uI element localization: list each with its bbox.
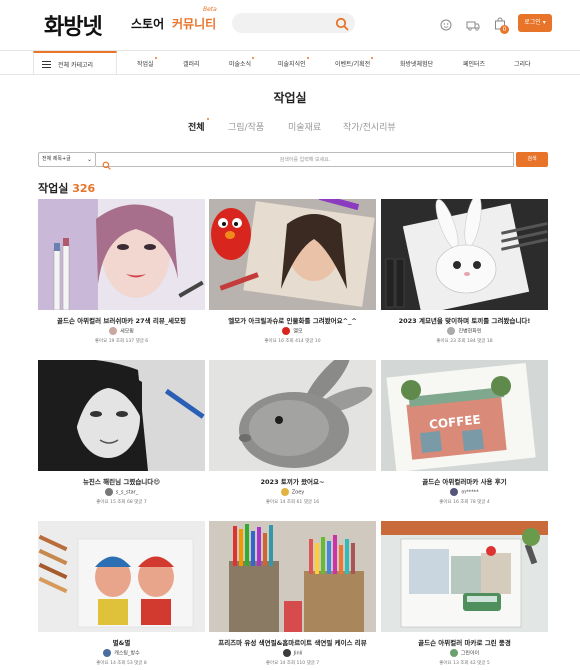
post-title[interactable]: 별&별 [38, 637, 205, 647]
tab-all[interactable]: 전체 [188, 118, 209, 133]
post-card[interactable]: 프리즈마 유성 색연필&홈마르이트 색연필 케이스 리뷰 Jinli 좋아요 1… [209, 521, 376, 670]
post-thumbnail-twin-characters[interactable] [38, 521, 205, 632]
tab-artwork[interactable]: 그림/작품 [228, 120, 264, 133]
avatar [282, 327, 291, 335]
avatar [450, 488, 459, 496]
post-author[interactable]: Jinli [209, 649, 376, 657]
tab-artist-review[interactable]: 작가/전시리뷰 [343, 120, 396, 133]
post-thumbnail-street-landscape[interactable] [381, 521, 548, 632]
post-stats: 좋아요 19 조회 137 댓글 6 [94, 339, 149, 344]
avatar [109, 327, 118, 335]
post-title[interactable]: 엘모가 아크릴과슈로 인물화를 그려봤어요^_^ [209, 315, 376, 325]
post-title[interactable]: 골드슨 아뮈컬러마카 사용 후기 [381, 476, 548, 486]
post-author[interactable]: 세모핑 [38, 327, 205, 335]
post-stats: 좋아요 14 조회 61 댓글 16 [265, 500, 320, 505]
post-author[interactable]: 엘모 [209, 327, 376, 335]
post-title[interactable]: 골드슨 아뮈컬러 브러쉬마카 27색 리뷰_세모핑 [38, 315, 205, 325]
search-scope-select[interactable]: 전체 제목+글 ⌄ [38, 152, 96, 167]
post-thumbnail-pencil-portrait[interactable] [38, 360, 205, 471]
post-count-heading: 작업실 326 [38, 182, 96, 195]
avatar [280, 488, 289, 496]
tab-art-supplies[interactable]: 미술재료 [288, 120, 321, 133]
delivery-truck-icon[interactable] [466, 16, 480, 35]
category-item-art-news[interactable]: 미술소식 [229, 57, 255, 68]
post-author[interactable]: Zoey [209, 488, 376, 496]
login-button[interactable]: 로그인 ▾ [518, 14, 552, 32]
post-author[interactable]: s_s_star_ [38, 488, 205, 496]
post-stats: 좋아요 15 조회 68 댓글 7 [96, 500, 147, 505]
site-header: 화방넷 스토어 커뮤니티 Beta 0 로그인 ▾ [0, 0, 580, 50]
profile-icon[interactable] [440, 16, 452, 35]
post-card[interactable]: 골드슨 아뮈컬러 브러쉬마카 27색 리뷰_세모핑 세모핑 좋아요 19 조회 … [38, 199, 205, 360]
post-stats: 좋아요 23 조회 184 댓글 18 [436, 339, 493, 344]
post-thumbnail-rabbit-sketch[interactable] [209, 360, 376, 471]
avatar [104, 488, 113, 496]
page-title: 작업실 [273, 91, 307, 105]
category-item-events[interactable]: 이벤트/기획전 [335, 57, 374, 68]
post-stats: 좋아요 16 조회 414 댓글 10 [264, 339, 321, 344]
category-bar: 전체 카테고리 작업실 갤러리 미술소식 미술지식인 이벤트/기획전 화방넷체험… [0, 50, 580, 75]
post-author[interactable]: m***** [381, 488, 548, 496]
all-categories-button[interactable]: 전체 카테고리 [33, 51, 117, 75]
search-icon[interactable] [335, 16, 349, 35]
category-item-art-qna[interactable]: 미술지식인 [278, 57, 309, 68]
category-item-grida[interactable]: 그리다 [514, 59, 531, 68]
post-stats: 좋아요 14 조회 110 댓글 7 [265, 661, 320, 666]
post-stats: 좋아요 14 조회 53 댓글 8 [96, 661, 147, 666]
post-author[interactable]: 진병현화린 [381, 327, 548, 335]
category-item-workroom[interactable]: 작업실 [137, 57, 157, 68]
post-card[interactable]: 2023 토끼가 왔어요~ Zoey 좋아요 14 조회 61 댓글 16 [209, 360, 376, 521]
all-categories-label: 전체 카테고리 [58, 62, 94, 69]
category-item-painters[interactable]: 페인터즈 [463, 59, 485, 68]
chevron-down-icon: ⌄ [86, 156, 92, 163]
post-card[interactable]: 별&별 캐스팅_방수 좋아요 14 조회 53 댓글 8 [38, 521, 205, 670]
search-button[interactable]: 검색 [516, 152, 548, 167]
post-card[interactable]: 2023 계묘년을 맞이하며 토끼를 그려봤습니다! 진병현화린 좋아요 23 … [381, 199, 548, 360]
header-search-input[interactable] [232, 13, 355, 33]
board-search-input[interactable]: 검색어를 입력해 보세요. [96, 152, 514, 170]
post-author[interactable]: 캐스팅_방수 [38, 649, 205, 657]
avatar [282, 649, 291, 657]
avatar [449, 649, 458, 657]
avatar [103, 649, 112, 657]
post-stats: 좋아요 16 조회 78 댓글 4 [439, 500, 490, 505]
post-grid: 골드슨 아뮈컬러 브러쉬마카 27색 리뷰_세모핑 세모핑 좋아요 19 조회 … [38, 199, 548, 670]
hamburger-icon [42, 61, 51, 70]
post-stats: 좋아요 13 조회 42 댓글 5 [439, 661, 490, 666]
post-title[interactable]: 2023 토끼가 왔어요~ [209, 476, 376, 486]
search-placeholder: 검색어를 입력해 보세요. [279, 157, 331, 163]
category-item-experience-group[interactable]: 화방넷체험단 [400, 59, 433, 68]
post-thumbnail-colored-pencil-case[interactable] [209, 521, 376, 632]
post-card[interactable]: 골드슨 아뮈컬러 마카로 그린 풍경 그린아이 좋아요 13 조회 42 댓글 … [381, 521, 548, 670]
nav-community[interactable]: 커뮤니티 [172, 15, 216, 32]
cart-count-badge: 0 [500, 25, 509, 34]
post-thumbnail-rabbit-drawing[interactable] [381, 199, 548, 310]
post-thumbnail-portrait-drawing[interactable] [38, 199, 205, 310]
post-title[interactable]: 2023 계묘년을 맞이하며 토끼를 그려봤습니다! [381, 315, 548, 325]
post-title[interactable]: 골드슨 아뮈컬러 마카로 그린 풍경 [381, 637, 548, 647]
category-item-gallery[interactable]: 갤러리 [183, 59, 200, 68]
board-tabs: 전체 그림/작품 미술재료 작가/전시리뷰 [0, 118, 580, 134]
post-title[interactable]: 프리즈마 유성 색연필&홈마르이트 색연필 케이스 리뷰 [209, 637, 376, 647]
post-card[interactable]: 엘모가 아크릴과슈로 인물화를 그려봤어요^_^ 엘모 좋아요 16 조회 41… [209, 199, 376, 360]
avatar [447, 327, 456, 335]
post-card[interactable]: COFFEE 골드슨 아뮈컬러마카 사용 후기 m***** 좋아요 16 조회… [381, 360, 548, 521]
post-thumbnail-elmo-painting[interactable] [209, 199, 376, 310]
site-logo[interactable]: 화방넷 [44, 9, 103, 41]
post-author[interactable]: 그린아이 [381, 649, 548, 657]
nav-store[interactable]: 스토어 [131, 15, 164, 32]
post-title[interactable]: 뉴진스 해린님 그렸습니다😄 [38, 476, 205, 486]
post-card[interactable]: 뉴진스 해린님 그렸습니다😄 s_s_star_ 좋아요 15 조회 68 댓글… [38, 360, 205, 521]
post-thumbnail-coffee-shop-drawing[interactable]: COFFEE [381, 360, 548, 471]
beta-badge: Beta [203, 6, 217, 13]
